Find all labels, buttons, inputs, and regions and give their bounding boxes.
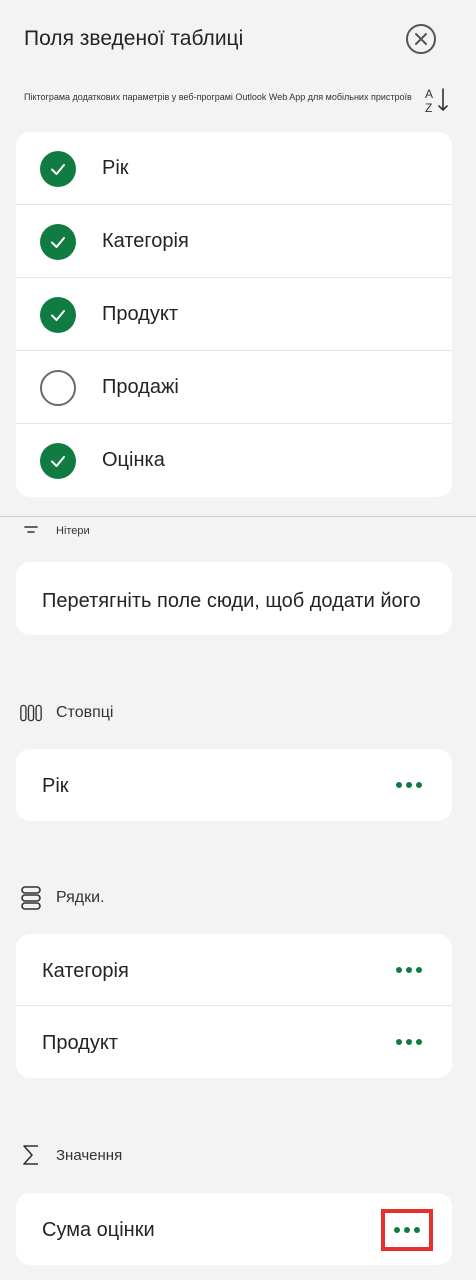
panel-title: Поля зведеної таблиці bbox=[24, 27, 244, 50]
more-icon-dot bbox=[396, 782, 402, 788]
rows-label: Рядки. bbox=[56, 889, 105, 906]
rows-icon bbox=[20, 886, 42, 910]
more-icon-dot bbox=[404, 1227, 410, 1233]
field-item-rating[interactable]: Оцінка bbox=[16, 424, 452, 497]
more-icon-dot bbox=[416, 967, 422, 973]
field-label: Категорія bbox=[102, 229, 189, 252]
values-label: Значення bbox=[56, 1146, 123, 1164]
columns-icon bbox=[20, 702, 42, 724]
list-item[interactable]: Сума оцінки bbox=[16, 1193, 452, 1265]
more-icon-dot bbox=[406, 967, 412, 973]
checkmark-icon bbox=[51, 164, 65, 175]
field-list: Рік Категорія Продукт Продажі Оцінка bbox=[16, 132, 452, 497]
more-icon-dot bbox=[396, 1039, 402, 1045]
field-item-year[interactable]: Рік bbox=[16, 132, 452, 205]
values-list: Сума оцінки bbox=[16, 1193, 452, 1265]
columns-label: Стовпці bbox=[56, 704, 114, 721]
more-icon-dot bbox=[416, 782, 422, 788]
field-label: Рік bbox=[102, 156, 129, 179]
checkmark-icon bbox=[51, 456, 65, 467]
list-item[interactable]: Продукт bbox=[16, 1006, 452, 1078]
rows-list: Категорія Продукт bbox=[16, 934, 452, 1078]
columns-header: Стовпці bbox=[20, 702, 113, 724]
more-icon-dot bbox=[414, 1227, 420, 1233]
checkbox-checked[interactable] bbox=[40, 443, 76, 479]
filters-label: Нітери bbox=[56, 525, 90, 537]
subtitle-text: Піктограма додаткових параметрів у веб-п… bbox=[24, 92, 412, 102]
filters-drop-zone[interactable]: Перетягніть поле сюди, щоб додати його bbox=[16, 562, 452, 635]
sigma-icon bbox=[20, 1144, 42, 1166]
item-label: Категорія bbox=[42, 960, 129, 982]
more-options-button-highlighted[interactable] bbox=[381, 1209, 433, 1251]
more-icon-dot bbox=[394, 1227, 400, 1233]
columns-list: Рік bbox=[16, 749, 452, 821]
filter-icon bbox=[20, 520, 42, 542]
values-header: Значення bbox=[20, 1144, 122, 1166]
list-item[interactable]: Категорія bbox=[16, 934, 452, 1006]
more-icon-dot bbox=[406, 1039, 412, 1045]
svg-text:Z: Z bbox=[425, 101, 432, 114]
checkbox-checked[interactable] bbox=[40, 297, 76, 333]
item-label: Рік bbox=[42, 775, 69, 797]
field-label: Оцінка bbox=[102, 449, 165, 471]
close-button[interactable] bbox=[406, 24, 436, 54]
more-icon-dot bbox=[396, 967, 402, 973]
more-icon-dot bbox=[406, 782, 412, 788]
checkmark-icon bbox=[51, 310, 65, 321]
item-label: Сума оцінки bbox=[42, 1219, 155, 1241]
list-item[interactable]: Рік bbox=[16, 749, 452, 821]
field-label: Продукт bbox=[102, 302, 178, 325]
field-item-product[interactable]: Продукт bbox=[16, 278, 452, 351]
sort-az-icon[interactable]: A Z bbox=[424, 86, 452, 114]
more-options-button[interactable] bbox=[392, 1028, 426, 1056]
checkbox-checked[interactable] bbox=[40, 224, 76, 260]
more-icon-dot bbox=[416, 1039, 422, 1045]
field-item-category[interactable]: Категорія bbox=[16, 205, 452, 278]
field-label: Продажі bbox=[102, 375, 179, 398]
filters-header: Нітери bbox=[20, 520, 90, 542]
checkbox-unchecked[interactable] bbox=[40, 370, 76, 406]
checkmark-icon bbox=[51, 237, 65, 248]
divider bbox=[0, 516, 476, 517]
drop-hint: Перетягніть поле сюди, щоб додати його bbox=[42, 590, 421, 612]
rows-header: Рядки. bbox=[20, 886, 105, 910]
more-options-button[interactable] bbox=[392, 771, 426, 799]
field-item-sales[interactable]: Продажі bbox=[16, 351, 452, 424]
checkbox-checked[interactable] bbox=[40, 151, 76, 187]
pivot-fields-panel: Поля зведеної таблиці Піктограма додатко… bbox=[0, 0, 476, 1280]
close-icon bbox=[415, 33, 427, 45]
item-label: Продукт bbox=[42, 1032, 118, 1054]
svg-text:A: A bbox=[425, 87, 433, 101]
more-options-button[interactable] bbox=[392, 956, 426, 984]
